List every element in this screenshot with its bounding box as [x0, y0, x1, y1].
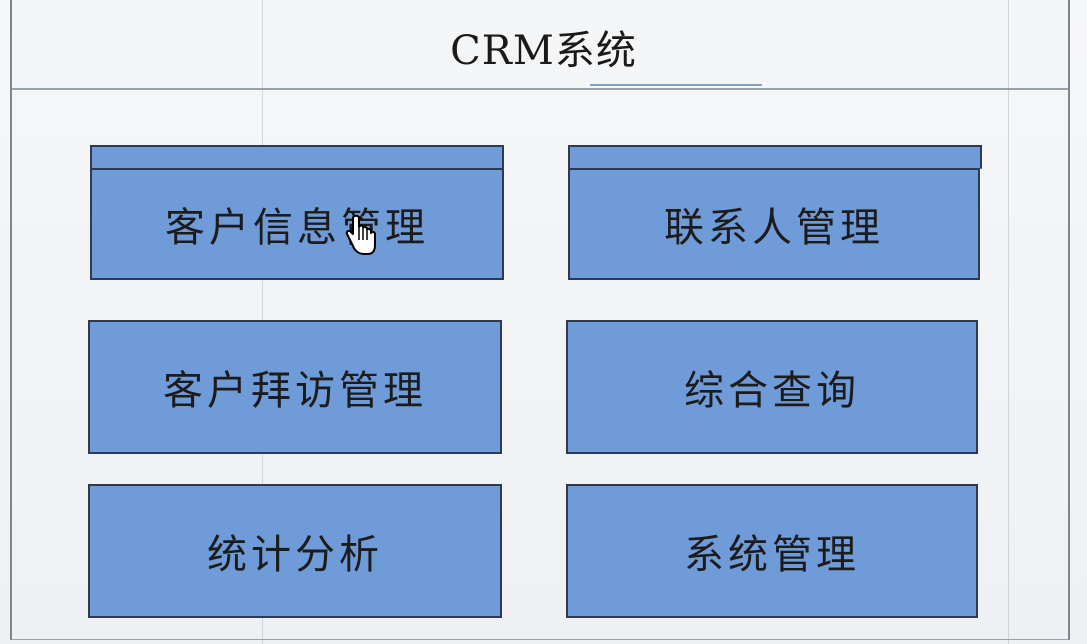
artifact-line: [1008, 0, 1009, 644]
module-label: 联系人管理: [664, 205, 884, 251]
module-label: 统计分析: [207, 532, 383, 578]
crm-diagram: CRM系统 客户信息管理 联系人管理 客户拜访管理 综合查询 统计分析 系统管理: [0, 0, 1087, 644]
module-label: 客户信息管理: [165, 205, 429, 251]
hand-cursor-icon: [345, 214, 376, 255]
module-label: 系统管理: [684, 532, 860, 578]
module-label: 客户拜访管理: [163, 368, 427, 414]
module-comprehensive-query[interactable]: 综合查询: [566, 320, 978, 454]
title-underline: [590, 84, 762, 86]
module-box-top-strip: [568, 145, 982, 169]
module-box-top-strip: [90, 145, 504, 169]
module-contacts[interactable]: 联系人管理: [568, 168, 980, 280]
module-customer-info[interactable]: 客户信息管理: [90, 168, 504, 280]
module-customer-visit[interactable]: 客户拜访管理: [88, 320, 502, 454]
diagram-title: CRM系统: [450, 28, 637, 74]
module-system-admin[interactable]: 系统管理: [566, 484, 978, 618]
module-label: 综合查询: [684, 368, 860, 414]
module-statistics[interactable]: 统计分析: [88, 484, 502, 618]
